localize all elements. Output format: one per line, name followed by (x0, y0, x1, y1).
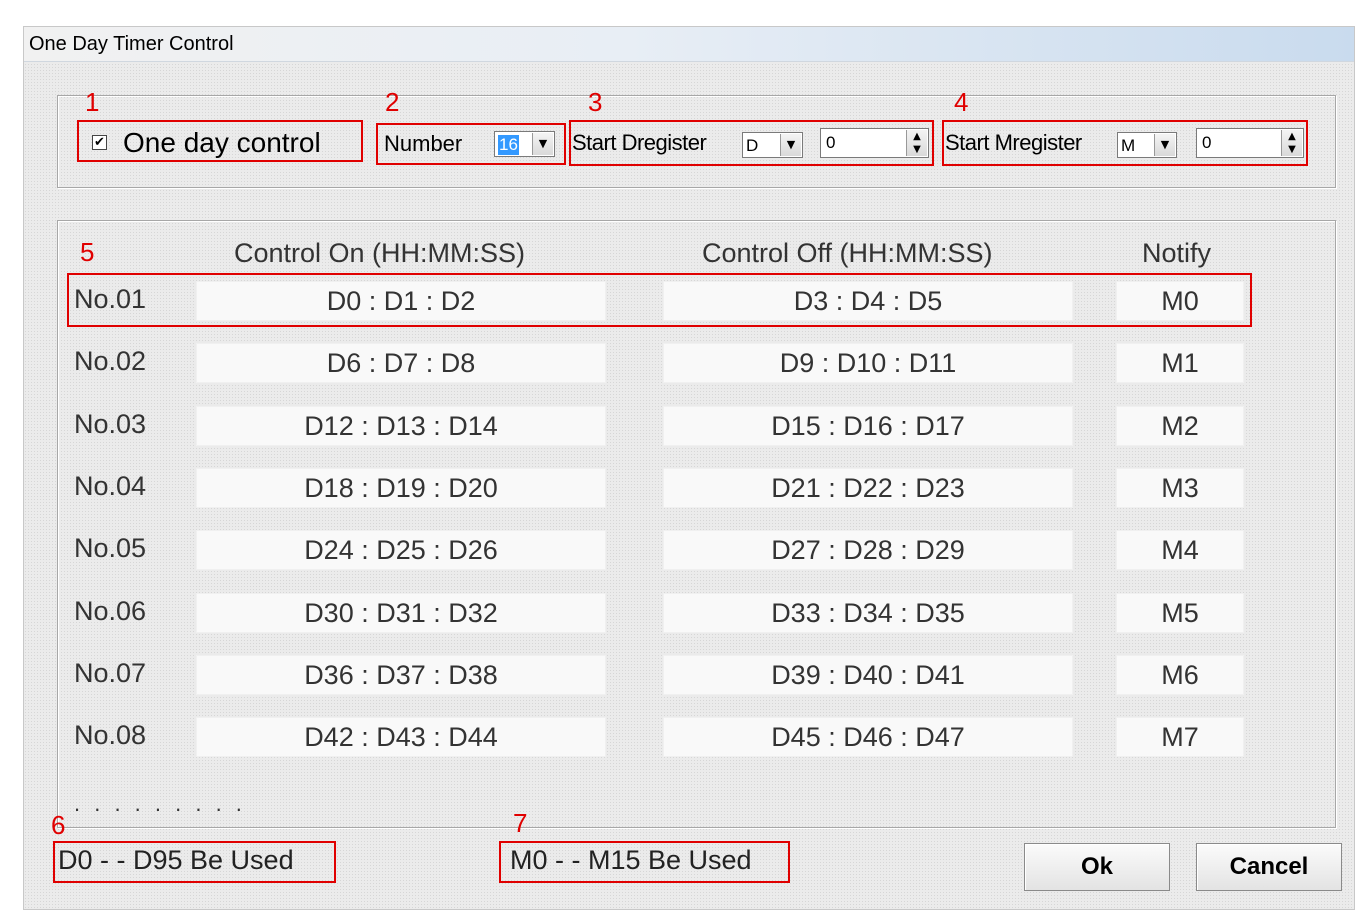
start-mregister-type-value: M (1121, 136, 1136, 155)
annotation-6: 6 (51, 810, 66, 840)
check-mark-icon[interactable]: ✔ (92, 135, 107, 150)
chevron-down-icon[interactable]: ▼ (1154, 134, 1175, 156)
annotation-1: 1 (85, 87, 100, 117)
chevron-down-icon[interactable]: ▼ (780, 134, 801, 156)
notify-cell[interactable]: M6 (1116, 655, 1244, 695)
row-label: No.04 (74, 471, 147, 501)
control-on-cell[interactable]: D18 : D19 : D20 (196, 468, 606, 508)
control-off-cell[interactable]: D33 : D34 : D35 (663, 593, 1073, 633)
number-select[interactable]: 16 ▼ (494, 131, 555, 157)
spin-arrows-icon[interactable]: ▲ ▼ (1281, 130, 1302, 156)
m-range-status: M0 - - M15 Be Used (510, 845, 752, 875)
start-mregister-spinbox[interactable]: 0 ▲ ▼ (1196, 128, 1304, 158)
one-day-timer-dialog: One Day Timer Control 1 2 3 4 ✔ One day … (23, 26, 1355, 910)
row-label: No.08 (74, 720, 147, 750)
header-notify: Notify (1142, 238, 1212, 268)
row-label: No.06 (74, 596, 147, 626)
notify-cell[interactable]: M3 (1116, 468, 1244, 508)
notify-cell[interactable]: M2 (1116, 406, 1244, 446)
ok-button[interactable]: Ok (1024, 843, 1170, 891)
window-title: One Day Timer Control (29, 33, 234, 55)
spin-arrows-icon[interactable]: ▲ ▼ (906, 130, 927, 156)
notify-cell[interactable]: M1 (1116, 343, 1244, 383)
control-on-cell[interactable]: D6 : D7 : D8 (196, 343, 606, 383)
row-label: No.07 (74, 658, 147, 688)
start-mregister-value: 0 (1202, 133, 1212, 152)
control-on-cell[interactable]: D24 : D25 : D26 (196, 530, 606, 570)
title-bar[interactable]: One Day Timer Control (24, 27, 1354, 62)
header-control-on: Control On (HH:MM:SS) (234, 238, 526, 268)
more-rows-ellipsis: . . . . . . . . . (74, 791, 246, 816)
notify-cell[interactable]: M4 (1116, 530, 1244, 570)
control-off-cell[interactable]: D9 : D10 : D11 (663, 343, 1073, 383)
header-control-off: Control Off (HH:MM:SS) (702, 238, 993, 268)
control-on-cell[interactable]: D36 : D37 : D38 (196, 655, 606, 695)
one-day-control-label: One day control (123, 127, 321, 158)
notify-cell[interactable]: M5 (1116, 593, 1244, 633)
start-dregister-label: Start Dregister (572, 130, 707, 155)
start-mregister-label: Start Mregister (945, 130, 1082, 155)
row-label: No.02 (74, 346, 147, 376)
row-label: No.03 (74, 409, 147, 439)
control-on-cell[interactable]: D42 : D43 : D44 (196, 717, 606, 757)
chevron-down-icon[interactable]: ▼ (532, 133, 553, 155)
d-range-status: D0 - - D95 Be Used (58, 845, 294, 875)
annotation-3: 3 (588, 87, 603, 117)
number-value: 16 (498, 135, 519, 155)
annotation-2: 2 (385, 87, 400, 117)
start-dregister-value: 0 (826, 133, 836, 152)
control-off-cell[interactable]: D15 : D16 : D17 (663, 406, 1073, 446)
notify-cell[interactable]: M7 (1116, 717, 1244, 757)
annotation-5: 5 (80, 237, 95, 267)
start-dregister-type-value: D (746, 136, 759, 155)
annotation-4: 4 (954, 87, 969, 117)
cancel-button[interactable]: Cancel (1196, 843, 1342, 891)
annotation-7: 7 (513, 808, 528, 838)
start-dregister-spinbox[interactable]: 0 ▲ ▼ (820, 128, 929, 158)
start-mregister-type-select[interactable]: M ▼ (1117, 132, 1177, 158)
start-dregister-type-select[interactable]: D ▼ (742, 132, 803, 158)
control-off-cell[interactable]: D27 : D28 : D29 (663, 530, 1073, 570)
control-off-cell[interactable]: D45 : D46 : D47 (663, 717, 1073, 757)
control-on-cell[interactable]: D12 : D13 : D14 (196, 406, 606, 446)
highlight-row-no01 (67, 273, 1252, 327)
one-day-control-checkbox[interactable]: ✔ One day control (87, 127, 357, 158)
control-off-cell[interactable]: D39 : D40 : D41 (663, 655, 1073, 695)
number-label: Number (384, 131, 463, 156)
row-label: No.05 (74, 533, 147, 563)
control-off-cell[interactable]: D21 : D22 : D23 (663, 468, 1073, 508)
control-on-cell[interactable]: D30 : D31 : D32 (196, 593, 606, 633)
